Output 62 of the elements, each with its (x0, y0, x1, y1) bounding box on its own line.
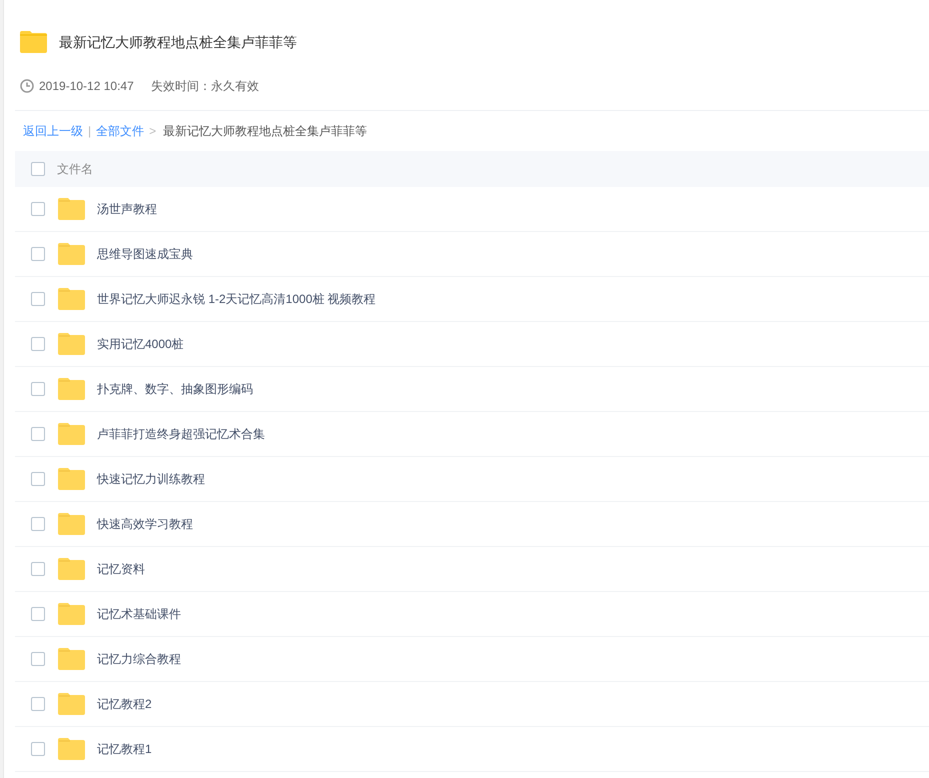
folder-name: 记忆教程1 (97, 741, 152, 758)
row-checkbox[interactable] (31, 742, 45, 756)
current-folder: 最新记忆大师教程地点桩全集卢菲菲等 (163, 123, 368, 140)
folder-icon (58, 603, 85, 625)
file-row[interactable]: 快速记忆力训练教程 (15, 457, 929, 502)
folder-name: 扑克牌、数字、抽象图形编码 (97, 381, 253, 398)
breadcrumb-separator: > (148, 123, 158, 140)
clock-icon (20, 79, 34, 93)
file-row[interactable]: 记忆资料 (15, 547, 929, 592)
folder-name: 卢菲菲打造终身超强记忆术合集 (97, 426, 265, 443)
folder-icon (58, 333, 85, 355)
folder-name: 记忆术基础课件 (97, 606, 181, 623)
file-row[interactable]: 记忆力综合教程 (15, 637, 929, 682)
folder-icon (58, 693, 85, 715)
select-all-checkbox[interactable] (31, 162, 45, 176)
expiry-text: 失效时间：永久有效 (150, 78, 259, 95)
share-time: 2019-10-12 10:47 (39, 78, 134, 95)
folder-name: 快速记忆力训练教程 (97, 471, 205, 488)
row-checkbox[interactable] (31, 427, 45, 441)
folder-name: 汤世声教程 (97, 201, 157, 218)
row-checkbox[interactable] (31, 472, 45, 486)
file-row[interactable]: 记忆教程2 (15, 682, 929, 727)
row-checkbox[interactable] (31, 292, 45, 306)
folder-icon (58, 468, 85, 490)
breadcrumb-separator: | (87, 123, 92, 140)
row-checkbox[interactable] (31, 562, 45, 576)
folder-icon (20, 31, 47, 53)
file-row[interactable]: 记忆教程1 (15, 727, 929, 772)
folder-icon (58, 423, 85, 445)
row-checkbox[interactable] (31, 517, 45, 531)
file-row[interactable]: 实用记忆4000桩 (15, 322, 929, 367)
folder-icon (58, 378, 85, 400)
file-row[interactable]: 汤世声教程 (15, 187, 929, 232)
row-checkbox[interactable] (31, 382, 45, 396)
file-row[interactable]: 记忆术基础课件 (15, 592, 929, 637)
folder-icon (58, 198, 85, 220)
folder-icon (58, 558, 85, 580)
folder-icon (58, 288, 85, 310)
row-checkbox[interactable] (31, 652, 45, 666)
row-checkbox[interactable] (31, 337, 45, 351)
folder-icon (58, 738, 85, 760)
file-row[interactable]: 快速高效学习教程 (15, 502, 929, 547)
folder-name: 快速高效学习教程 (97, 516, 193, 533)
row-checkbox[interactable] (31, 607, 45, 621)
row-checkbox[interactable] (31, 202, 45, 216)
file-row[interactable]: 世界记忆大师迟永锐 1-2天记忆高清1000桩 视频教程 (15, 277, 929, 322)
column-header: 文件名 (57, 161, 93, 178)
folder-name: 思维导图速成宝典 (97, 246, 193, 263)
folder-name: 实用记忆4000桩 (97, 336, 184, 353)
folder-name: 记忆教程2 (97, 696, 152, 713)
folder-name: 世界记忆大师迟永锐 1-2天记忆高清1000桩 视频教程 (97, 291, 376, 308)
folder-name: 记忆资料 (97, 561, 145, 578)
row-checkbox[interactable] (31, 697, 45, 711)
folder-icon (58, 513, 85, 535)
file-row[interactable]: 卢菲菲打造终身超强记忆术合集 (15, 412, 929, 457)
folder-icon (58, 243, 85, 265)
folder-name: 记忆力综合教程 (97, 651, 181, 668)
file-row[interactable]: 思维导图速成宝典 (15, 232, 929, 277)
file-row[interactable]: 扑克牌、数字、抽象图形编码 (15, 367, 929, 412)
row-checkbox[interactable] (31, 247, 45, 261)
share-title: 最新记忆大师教程地点桩全集卢菲菲等 (59, 32, 297, 52)
folder-icon (58, 648, 85, 670)
